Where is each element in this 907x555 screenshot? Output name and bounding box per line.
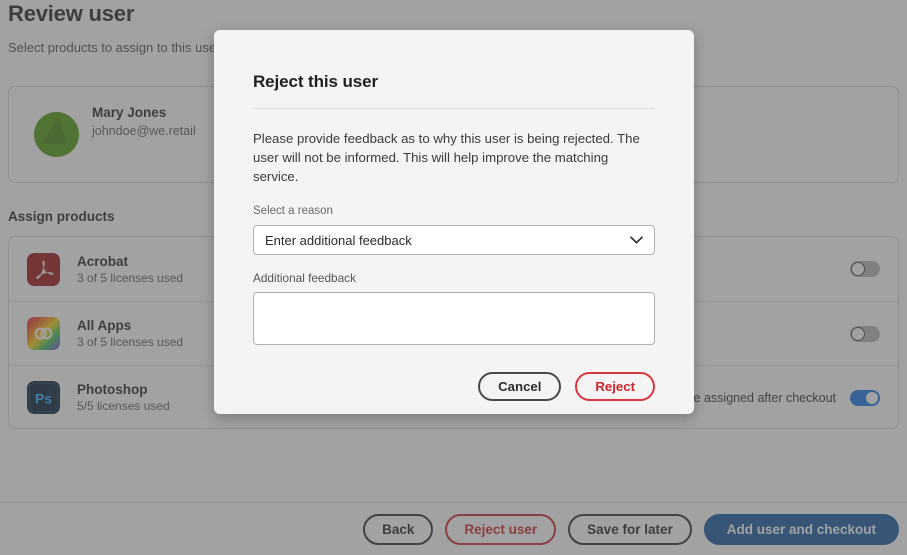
- additional-feedback-label: Additional feedback: [253, 271, 356, 285]
- additional-feedback-input[interactable]: [253, 292, 655, 345]
- reject-user-dialog: Reject this user Please provide feedback…: [214, 30, 694, 414]
- reason-select-value: Enter additional feedback: [265, 232, 412, 248]
- reject-button[interactable]: Reject: [575, 372, 655, 401]
- dialog-divider: [253, 108, 655, 109]
- chevron-down-icon: [630, 236, 643, 244]
- dialog-title: Reject this user: [253, 72, 379, 91]
- reason-select[interactable]: Enter additional feedback: [253, 225, 655, 255]
- dialog-body-text: Please provide feedback as to why this u…: [253, 131, 640, 184]
- reason-label: Select a reason: [253, 205, 333, 217]
- dialog-actions: Cancel Reject: [253, 372, 655, 401]
- cancel-button[interactable]: Cancel: [478, 372, 562, 401]
